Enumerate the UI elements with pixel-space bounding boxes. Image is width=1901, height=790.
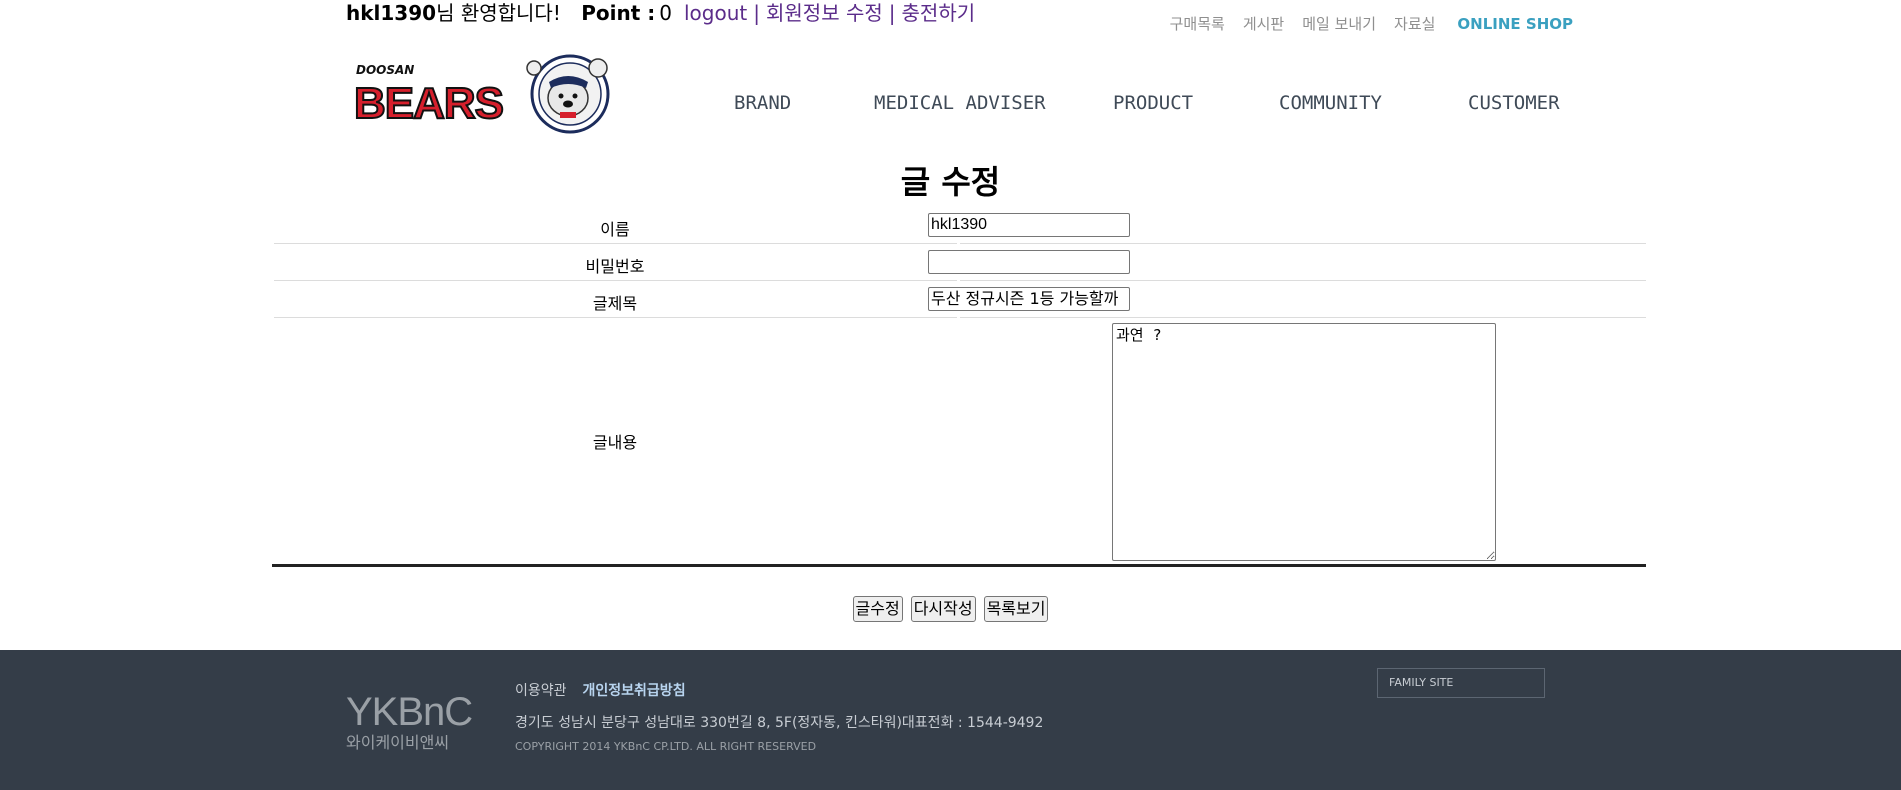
nav-brand[interactable]: BRAND — [734, 92, 791, 114]
edit-profile-link[interactable]: 회원정보 수정 — [766, 1, 883, 25]
point-label: Point : — [581, 1, 656, 25]
content-label: 글내용 — [592, 433, 638, 452]
footer-logo-korean: 와이케이비앤씨 — [346, 733, 450, 752]
list-button[interactable]: 목록보기 — [983, 596, 1049, 622]
footer-logo-text: YKBnC — [346, 690, 473, 734]
form-buttons: 글수정 다시작성 목록보기 — [0, 596, 1901, 622]
welcome-suffix: 님 환영합니다! — [436, 1, 561, 25]
page-title: 글 수정 — [900, 163, 1001, 201]
submit-edit-button[interactable]: 글수정 — [852, 596, 903, 622]
logout-link[interactable]: logout — [684, 1, 747, 25]
charge-link[interactable]: 충전하기 — [902, 1, 976, 25]
user-links: logout | 회원정보 수정 | 충전하기 — [684, 0, 975, 26]
content-textarea[interactable]: 과연 ? — [1112, 323, 1496, 561]
footer-links: 이용약관 개인정보취급방침 — [515, 680, 702, 700]
logo-graphic: DOOSAN BEARS — [353, 54, 610, 134]
separator: | — [888, 1, 896, 25]
nav-product[interactable]: PRODUCT — [1113, 92, 1193, 114]
online-shop-link[interactable]: ONLINE SHOP — [1457, 15, 1573, 33]
separator: | — [753, 1, 760, 25]
footer: YKBnC 와이케이비앤씨 이용약관 개인정보취급방침 경기도 성남시 분당구 성… — [0, 650, 1901, 790]
doosan-bears-logo[interactable]: DOOSAN BEARS — [352, 48, 616, 136]
welcome-message: hkl1390님 환영합니다! Point :0 — [346, 0, 672, 26]
subject-label: 글제목 — [592, 294, 638, 313]
logo-brand-large: BEARS — [354, 79, 503, 128]
subject-input[interactable] — [928, 287, 1130, 311]
nav-medical-adviser[interactable]: MEDICAL ADVISER — [874, 92, 1046, 114]
footer-address: 경기도 성남시 분당구 성남대로 330번길 8, 5F(정자동, 킨스타워)대… — [515, 715, 1044, 731]
send-mail-link[interactable]: 메일 보내기 — [1302, 15, 1376, 33]
user-id: hkl1390 — [346, 1, 437, 25]
utility-nav: 구매목록 게시판 메일 보내기 자료실 ONLINE SHOP — [1152, 14, 1573, 34]
reset-button[interactable]: 다시작성 — [910, 596, 976, 622]
board-link[interactable]: 게시판 — [1243, 15, 1284, 33]
nav-customer[interactable]: CUSTOMER — [1468, 92, 1560, 114]
purchase-list-link[interactable]: 구매목록 — [1170, 15, 1225, 33]
privacy-link[interactable]: 개인정보취급방침 — [583, 683, 686, 699]
footer-logo: YKBnC 와이케이비앤씨 — [346, 690, 473, 752]
terms-link[interactable]: 이용약관 — [515, 683, 567, 699]
footer-copyright: COPYRIGHT 2014 YKBnC CP.LTD. ALL RIGHT R… — [515, 740, 817, 753]
logo-brand-small: DOOSAN — [356, 63, 414, 77]
nav-community[interactable]: COMMUNITY — [1279, 92, 1382, 114]
name-input[interactable] — [928, 213, 1130, 237]
password-input[interactable] — [928, 250, 1130, 274]
point-value: 0 — [659, 1, 672, 25]
password-label: 비밀번호 — [585, 257, 645, 276]
content-row: 글내용 과연 ? — [274, 319, 1646, 563]
form-divider — [272, 564, 1646, 567]
family-site-select[interactable]: FAMILY SITE — [1377, 668, 1545, 698]
name-label: 이름 — [600, 220, 630, 239]
archive-link[interactable]: 자료실 — [1394, 15, 1435, 33]
